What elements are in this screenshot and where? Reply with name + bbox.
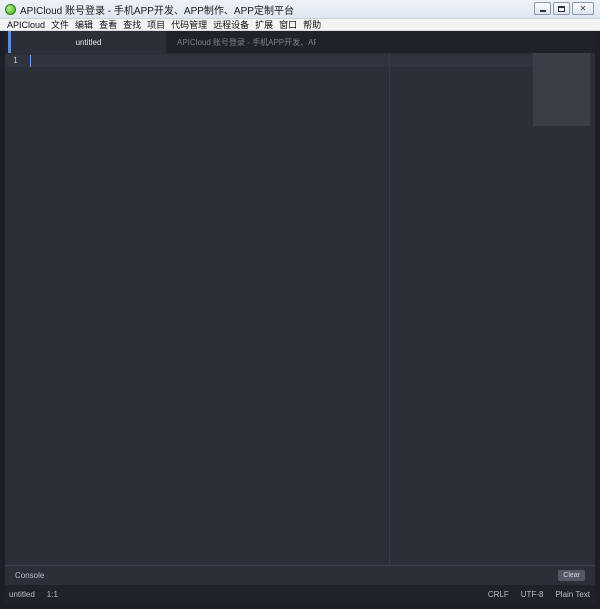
status-line-ending[interactable]: CRLF <box>488 590 509 599</box>
close-icon: ✕ <box>579 3 587 13</box>
editor-tab-bar: untitled APICloud 账号登录 - 手机APP开发、APP <box>5 31 595 53</box>
menu-item-edit[interactable]: 编辑 <box>72 19 96 31</box>
menu-bar: APICloud 文件 编辑 查看 查找 项目 代码管理 远程设备 扩展 窗口 … <box>0 19 600 31</box>
window-titlebar: APICloud 账号登录 - 手机APP开发、APP制作、APP定制平台 ✕ <box>0 0 600 19</box>
text-cursor <box>30 55 31 67</box>
minimize-button[interactable] <box>534 2 551 15</box>
status-file-name: untitled <box>9 589 35 599</box>
maximize-button[interactable] <box>553 2 570 15</box>
menu-item-source-control[interactable]: 代码管理 <box>168 19 210 31</box>
menu-item-remote-device[interactable]: 远程设备 <box>210 19 252 31</box>
tab-label: APICloud 账号登录 - 手机APP开发、APP <box>177 37 316 47</box>
status-syntax[interactable]: Plain Text <box>555 590 590 599</box>
clear-button[interactable]: Clear <box>558 570 585 581</box>
console-label: Console <box>15 571 45 580</box>
tab-label: untitled <box>75 37 102 47</box>
status-bar: untitled 1:1 CRLF UTF-8 Plain Text <box>5 585 595 603</box>
minimap[interactable] <box>533 53 595 565</box>
minimap-viewport[interactable] <box>533 53 590 126</box>
code-editor[interactable]: 1 <box>5 53 595 565</box>
menu-item-window[interactable]: 窗口 <box>276 19 300 31</box>
line-number: 1 <box>13 56 18 65</box>
console-panel: Console Clear <box>5 565 595 585</box>
window-controls: ✕ <box>534 2 594 15</box>
wrap-guide <box>389 53 390 565</box>
current-line-highlight <box>5 55 533 67</box>
status-cursor-position[interactable]: 1:1 <box>47 590 58 599</box>
menu-item-extensions[interactable]: 扩展 <box>252 19 276 31</box>
apicloud-app-icon <box>5 3 16 15</box>
menu-item-help[interactable]: 帮助 <box>300 19 324 31</box>
window-frame-bottom <box>0 603 600 609</box>
tab-apicloud-login[interactable]: APICloud 账号登录 - 手机APP开发、APP <box>166 31 316 53</box>
tab-untitled[interactable]: untitled <box>8 31 166 53</box>
minimize-icon <box>539 9 546 12</box>
menu-item-view[interactable]: 查看 <box>96 19 120 31</box>
menu-item-file[interactable]: 文件 <box>48 19 72 31</box>
menu-item-apicloud[interactable]: APICloud <box>0 19 48 31</box>
close-button[interactable]: ✕ <box>572 2 594 15</box>
line-number-gutter: 1 <box>5 53 27 565</box>
window-frame-right <box>595 31 600 603</box>
maximize-icon <box>558 5 565 12</box>
menu-item-project[interactable]: 项目 <box>144 19 168 31</box>
window-title: APICloud 账号登录 - 手机APP开发、APP制作、APP定制平台 <box>20 5 294 17</box>
status-encoding[interactable]: UTF-8 <box>521 590 544 599</box>
menu-item-find[interactable]: 查找 <box>120 19 144 31</box>
